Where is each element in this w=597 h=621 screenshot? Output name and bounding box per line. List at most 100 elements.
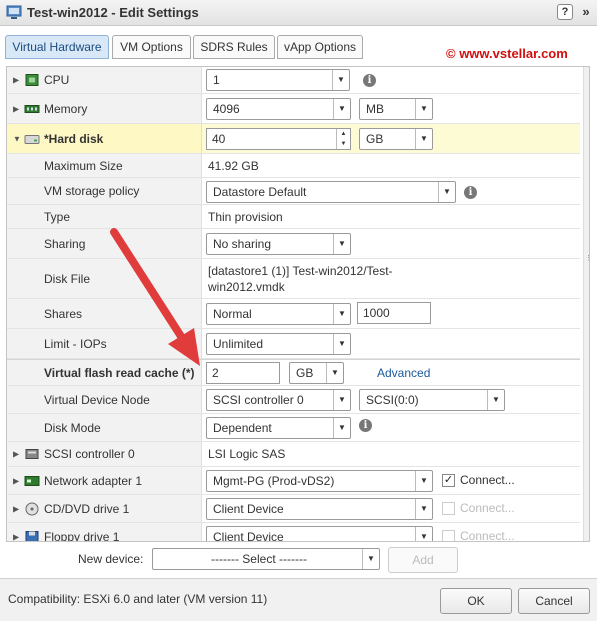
advanced-link[interactable]: Advanced	[377, 366, 430, 380]
spin-up-icon[interactable]: ▲	[337, 129, 350, 139]
chevron-right-icon[interactable]: ▶	[13, 76, 19, 85]
row-floppy: ▶ Floppy drive 1 Client Device ▼ Connect…	[7, 523, 580, 542]
expand-icon[interactable]: »	[579, 4, 593, 20]
chevron-down-icon[interactable]: ▼	[13, 134, 21, 143]
dropdown-arrow-icon: ▼	[438, 182, 455, 202]
scroll-grip-icon[interactable]: ⋮	[585, 255, 589, 262]
chevron-right-icon[interactable]: ▶	[13, 104, 19, 113]
grid-scrollbar[interactable]: ⋮	[583, 67, 589, 541]
row-disk-mode: Disk Mode Dependent ▼ i	[7, 414, 580, 442]
row-hard-disk: ▼ *Hard disk 40 ▲ ▼ GB ▼	[7, 124, 580, 154]
dropdown-arrow-icon: ▼	[415, 99, 432, 119]
chevron-right-icon[interactable]: ▶	[13, 476, 19, 485]
memory-label: Memory	[44, 101, 88, 116]
type-value: Thin provision	[208, 209, 283, 224]
hard-disk-label: *Hard disk	[44, 131, 104, 146]
help-icon[interactable]: ?	[557, 4, 573, 20]
type-label: Type	[44, 209, 71, 224]
cpu-label: CPU	[44, 73, 70, 87]
network-select[interactable]: Mgmt-PG (Prod-vDS2) ▼	[206, 470, 433, 492]
row-limit-iops: Limit - IOPs Unlimited ▼	[7, 329, 580, 359]
new-device-select[interactable]: ------- Select ------- ▼	[152, 548, 380, 570]
connect-checkbox[interactable]	[442, 530, 455, 541]
connect-label: Connect...	[460, 529, 515, 542]
row-memory: ▶ Memory 4096 ▼ MB ▼	[7, 94, 580, 124]
compatibility-text: Compatibility: ESXi 6.0 and later (VM ve…	[8, 592, 268, 606]
dropdown-arrow-icon: ▼	[415, 499, 432, 519]
dropdown-arrow-icon: ▼	[333, 390, 350, 410]
row-max-size: Maximum Size 41.92 GB	[7, 154, 580, 178]
info-icon[interactable]: i	[363, 74, 376, 87]
tab-vapp-options[interactable]: vApp Options	[277, 35, 363, 59]
scsi-controller-icon	[25, 449, 39, 459]
cd-dvd-select[interactable]: Client Device ▼	[206, 498, 433, 520]
disk-mode-select[interactable]: Dependent ▼	[206, 417, 351, 439]
spinner[interactable]: ▲ ▼	[336, 129, 350, 149]
tab-sdrs-rules[interactable]: SDRS Rules	[193, 35, 275, 59]
cpu-select[interactable]: 1 ▼	[206, 69, 350, 91]
dropdown-arrow-icon: ▼	[333, 334, 350, 354]
floppy-label: Floppy drive 1	[44, 529, 120, 542]
dropdown-arrow-icon: ▼	[326, 363, 343, 383]
vflash-unit-select[interactable]: GB ▼	[289, 362, 344, 384]
row-scsi-controller: ▶ SCSI controller 0 LSI Logic SAS	[7, 442, 580, 467]
limit-iops-select[interactable]: Unlimited ▼	[206, 333, 351, 355]
dropdown-arrow-icon: ▼	[333, 418, 350, 438]
dropdown-arrow-icon: ▼	[415, 527, 432, 541]
hard-disk-unit-select[interactable]: GB ▼	[359, 128, 433, 150]
connect-label: Connect...	[460, 473, 515, 487]
scsi-controller-label: SCSI controller 0	[44, 447, 135, 461]
disk-file-line2: win2012.vmdk	[208, 280, 285, 294]
row-sharing: Sharing No sharing ▼	[7, 229, 580, 259]
connect-label: Connect...	[460, 501, 515, 515]
hard-disk-size-input[interactable]: 40 ▲ ▼	[206, 128, 351, 150]
window-title: Test-win2012 - Edit Settings	[27, 5, 199, 20]
hardware-grid: ▶ CPU 1 ▼ i ▶ Memory 4096 ▼ MB ▼ ▼ *Hard…	[6, 66, 590, 542]
network-adapter-icon	[24, 475, 40, 486]
shares-label: Shares	[44, 306, 83, 321]
device-node-select[interactable]: SCSI(0:0) ▼	[359, 389, 505, 411]
dropdown-arrow-icon: ▼	[415, 471, 432, 491]
disk-mode-label: Disk Mode	[44, 420, 101, 435]
shares-amount-input[interactable]: 1000	[357, 302, 431, 324]
memory-input[interactable]: 4096 ▼	[206, 98, 351, 120]
floppy-icon	[25, 530, 39, 541]
cancel-button[interactable]: Cancel	[518, 588, 590, 614]
title-bar: Test-win2012 - Edit Settings ? »	[0, 0, 597, 26]
memory-unit-select[interactable]: MB ▼	[359, 98, 433, 120]
tab-virtual-hardware[interactable]: Virtual Hardware	[5, 35, 109, 59]
tab-vm-options[interactable]: VM Options	[112, 35, 191, 59]
info-icon[interactable]: i	[464, 186, 477, 199]
row-type: Type Thin provision	[7, 205, 580, 229]
dropdown-arrow-icon: ▼	[415, 129, 432, 149]
cd-dvd-icon	[25, 502, 39, 515]
cd-dvd-label: CD/DVD drive 1	[44, 501, 130, 516]
spin-down-icon[interactable]: ▼	[337, 139, 350, 149]
vm-icon	[6, 5, 22, 19]
row-cd-dvd: ▶ CD/DVD drive 1 Client Device ▼ Connect…	[7, 495, 580, 523]
ok-button[interactable]: OK	[440, 588, 512, 614]
floppy-select[interactable]: Client Device ▼	[206, 526, 433, 541]
row-disk-file: Disk File [datastore1 (1)] Test-win2012/…	[7, 259, 580, 299]
disk-file-line1: [datastore1 (1)] Test-win2012/Test-	[208, 264, 393, 278]
connect-checkbox[interactable]: ✓	[442, 474, 455, 487]
chevron-right-icon[interactable]: ▶	[13, 450, 19, 459]
vflash-input[interactable]: 2	[206, 362, 280, 384]
storage-policy-select[interactable]: Datastore Default ▼	[206, 181, 456, 203]
connect-checkbox[interactable]	[442, 502, 455, 515]
new-device-label: New device:	[78, 552, 144, 566]
info-icon[interactable]: i	[359, 419, 372, 432]
row-vflash: Virtual flash read cache (*) 2 GB ▼ Adva…	[7, 359, 580, 386]
watermark: © www.vstellar.com	[446, 46, 568, 61]
controller-select[interactable]: SCSI controller 0 ▼	[206, 389, 351, 411]
chevron-right-icon[interactable]: ▶	[13, 504, 19, 513]
max-size-value: 41.92 GB	[208, 158, 259, 173]
device-node-label: Virtual Device Node	[44, 392, 150, 407]
limit-iops-label: Limit - IOPs	[44, 336, 107, 351]
sharing-select[interactable]: No sharing ▼	[206, 233, 351, 255]
chevron-right-icon[interactable]: ▶	[13, 532, 19, 541]
storage-policy-label: VM storage policy	[44, 184, 140, 198]
disk-file-label: Disk File	[44, 271, 91, 286]
add-button[interactable]: Add	[388, 547, 458, 573]
shares-select[interactable]: Normal ▼	[206, 303, 351, 325]
